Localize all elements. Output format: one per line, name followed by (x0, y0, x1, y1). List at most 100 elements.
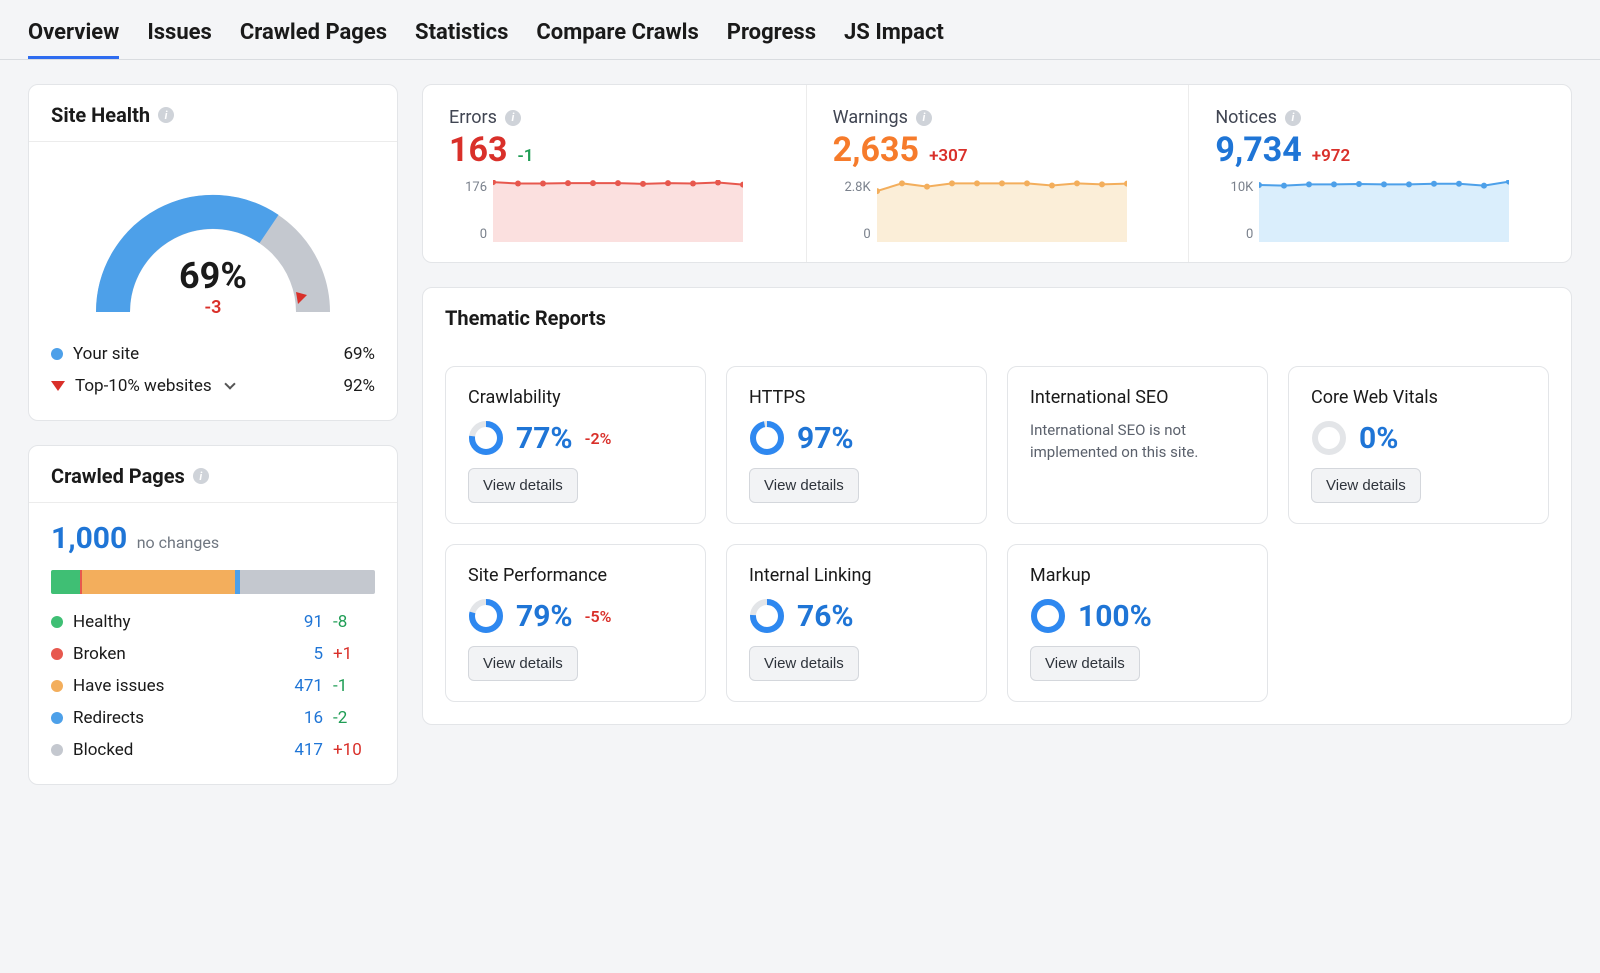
progress-ring-icon (468, 420, 504, 456)
progress-ring-icon (749, 598, 785, 634)
report-metric: 77%-2% (468, 420, 683, 456)
metric-errors[interactable]: Errorsi163 -1 176 0 (423, 85, 806, 262)
site-health-header: Site Health i (29, 85, 397, 142)
view-details-button[interactable]: View details (468, 646, 578, 681)
crawled-pages-title: Crawled Pages (51, 464, 185, 488)
tab-progress[interactable]: Progress (727, 20, 816, 59)
info-icon[interactable]: i (505, 110, 521, 126)
metric-value: 163 (449, 130, 508, 170)
tab-issues[interactable]: Issues (147, 20, 212, 59)
site-health-title: Site Health (51, 103, 150, 127)
site-health-score: 69% (179, 255, 247, 297)
metric-delta: +307 (929, 146, 967, 166)
view-details-button[interactable]: View details (468, 468, 578, 503)
bar-segment-have-issues[interactable] (82, 570, 235, 594)
cp-segment-value: 5 (263, 644, 323, 664)
info-icon[interactable]: i (158, 107, 174, 123)
progress-ring-icon (749, 420, 785, 456)
dot-icon (51, 616, 63, 628)
report-card-crawlability: Crawlability77%-2%View details (445, 366, 706, 524)
crawled-pages-count[interactable]: 1,000 (51, 521, 127, 556)
cp-row-broken[interactable]: Broken5+1 (51, 638, 375, 670)
cp-segment-label: Have issues (73, 676, 164, 696)
report-delta: -5% (585, 607, 612, 626)
info-icon[interactable]: i (916, 110, 932, 126)
legend-value: 69% (343, 344, 375, 364)
report-card-https: HTTPS97%View details (726, 366, 987, 524)
tab-compare-crawls[interactable]: Compare Crawls (536, 20, 698, 59)
legend-label: Top-10% websites (75, 376, 212, 396)
crawled-pages-body: 1,000 no changes Healthy91-8Broken5+1Hav… (29, 503, 397, 784)
view-details-button[interactable]: View details (749, 468, 859, 503)
tab-overview[interactable]: Overview (28, 20, 119, 59)
cp-segment-value: 471 (263, 676, 323, 696)
metric-delta: +972 (1312, 146, 1350, 166)
info-icon[interactable]: i (193, 468, 209, 484)
report-title: International SEO (1030, 387, 1245, 408)
cp-row-redirects[interactable]: Redirects16-2 (51, 702, 375, 734)
report-title: Markup (1030, 565, 1245, 586)
metric-delta: -1 (518, 146, 534, 166)
report-title: Core Web Vitals (1311, 387, 1526, 408)
metric-value: 2,635 (833, 130, 919, 170)
chevron-down-icon (224, 378, 235, 389)
legend-your-site: Your site 69% (51, 338, 375, 370)
tab-bar: Overview Issues Crawled Pages Statistics Com… (0, 0, 1600, 60)
report-metric: 100% (1030, 598, 1245, 634)
report-metric: 0% (1311, 420, 1526, 456)
bar-segment-blocked[interactable] (240, 570, 375, 594)
info-icon[interactable]: i (1285, 110, 1301, 126)
tab-js-impact[interactable]: JS Impact (844, 20, 944, 59)
triangle-down-icon (51, 381, 65, 391)
bar-segment-healthy[interactable] (51, 570, 80, 594)
cp-row-blocked[interactable]: Blocked417+10 (51, 734, 375, 766)
sparkline-svg (877, 180, 1127, 242)
metrics-card: Errorsi163-11760Warningsi2,635+3072.8K0N… (422, 84, 1572, 263)
report-title: Site Performance (468, 565, 683, 586)
report-metric: 76% (749, 598, 964, 634)
cp-segment-value: 91 (263, 612, 323, 632)
crawled-pages-note: no changes (137, 533, 219, 552)
view-details-button[interactable]: View details (1311, 468, 1421, 503)
legend-top10[interactable]: Top-10% websites 92% (51, 370, 375, 402)
view-details-button[interactable]: View details (1030, 646, 1140, 681)
view-details-button[interactable]: View details (749, 646, 859, 681)
axis-top: 176 (449, 180, 487, 195)
metric-warnings[interactable]: Warningsi2,635+3072.8K0 (806, 85, 1189, 262)
metric-label: Warningsi (833, 107, 1163, 128)
cp-segment-delta: -2 (323, 708, 375, 728)
tab-crawled-pages[interactable]: Crawled Pages (240, 20, 387, 59)
thematic-title: Thematic Reports (445, 306, 606, 330)
progress-ring-icon (1030, 598, 1066, 634)
report-pct: 79% (516, 599, 573, 634)
report-card-international-seo: International SEO International SEO is no… (1007, 366, 1268, 524)
metrics-strip: Errorsi163-11760Warningsi2,635+3072.8K0N… (423, 85, 1571, 262)
axis-bottom: 0 (449, 227, 487, 242)
site-health-gauge: 69% -3 (51, 160, 375, 338)
report-card-core-web-vitals: Core Web Vitals 0% View details (1288, 366, 1549, 524)
cp-row-have-issues[interactable]: Have issues 471-1 (51, 670, 375, 702)
progress-ring-icon (1311, 420, 1347, 456)
report-card-site-performance: Site Performance 79% -5% View details (445, 544, 706, 702)
metric-label: Errorsi (449, 107, 780, 128)
cp-segment-delta: -1 (323, 676, 375, 696)
tab-statistics[interactable]: Statistics (415, 20, 508, 59)
site-health-card: Site Health i 69% -3 (28, 84, 398, 421)
report-description: International SEO is not implemented on … (1030, 420, 1245, 464)
report-pct: 100% (1078, 599, 1152, 634)
cp-segment-label: Blocked (73, 740, 133, 760)
report-pct: 97% (797, 421, 854, 456)
metric-value: 9,734 (1215, 130, 1301, 170)
dot-icon (51, 712, 63, 724)
axis-top: 2.8K (833, 180, 871, 195)
cp-row-healthy[interactable]: Healthy91-8 (51, 606, 375, 638)
progress-ring-icon (468, 598, 504, 634)
crawled-pages-header: Crawled Pages i (29, 446, 397, 503)
metric-notices[interactable]: Noticesi9,734+97210K0 (1188, 85, 1571, 262)
sparkline-svg (493, 180, 743, 242)
cp-segment-delta: +1 (323, 644, 375, 664)
report-card-markup: Markup 100% View details (1007, 544, 1268, 702)
report-card-internal-linking: Internal Linking76%View details (726, 544, 987, 702)
dot-icon (51, 744, 63, 756)
cp-segment-value: 417 (263, 740, 323, 760)
